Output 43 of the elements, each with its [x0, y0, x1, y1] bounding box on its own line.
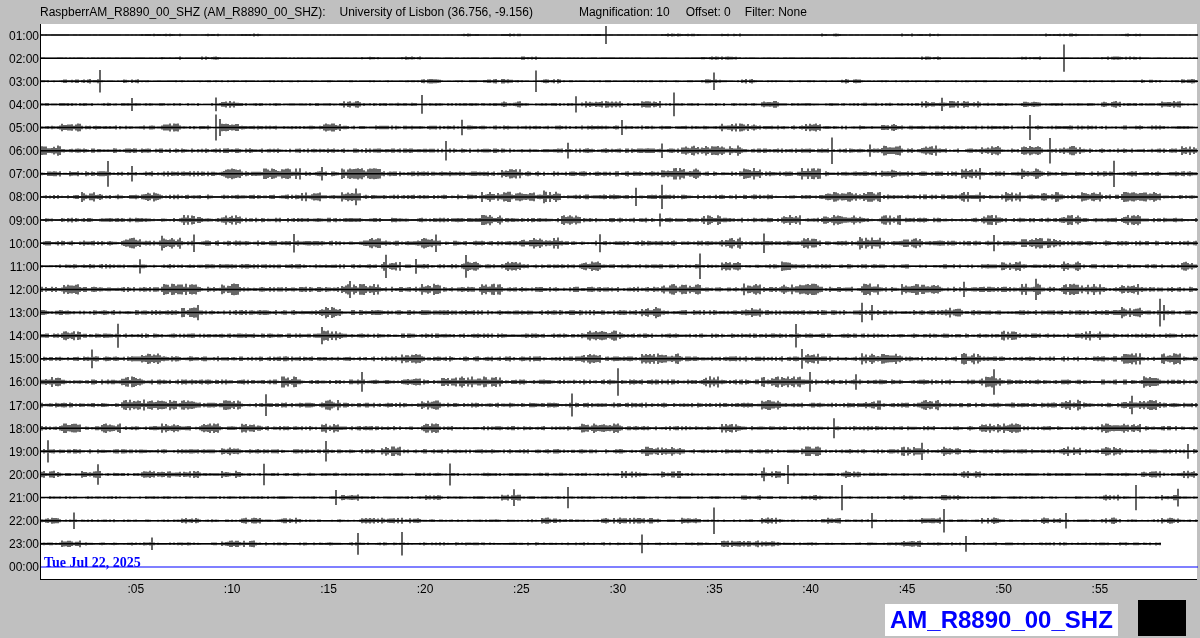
hour-label: 19:00: [8, 445, 39, 458]
hour-label: 21:00: [8, 492, 39, 505]
hour-label: 04:00: [8, 98, 39, 111]
hour-label: 18:00: [8, 422, 39, 435]
hour-label: 20:00: [8, 468, 39, 481]
date-label: Tue Jul 22, 2025: [44, 556, 141, 570]
hour-label: 05:00: [8, 122, 39, 135]
filter-label: Filter: None: [744, 4, 807, 21]
minute-tick-label: :55: [1091, 583, 1109, 595]
hour-label: 01:00: [8, 29, 39, 42]
minute-tick-label: :50: [995, 583, 1012, 595]
hour-label: 16:00: [8, 376, 39, 389]
minute-tick-label: :40: [802, 583, 819, 595]
hour-label: 15:00: [8, 353, 39, 366]
hour-label: 12:00: [8, 283, 39, 296]
hour-label: 13:00: [8, 307, 39, 320]
hour-label: 10:00: [8, 237, 39, 250]
hour-label: 11:00: [9, 260, 39, 273]
minute-tick-label: :45: [898, 583, 916, 595]
minute-tick-label: :05: [127, 583, 145, 595]
minute-tick-label: :30: [609, 583, 627, 595]
hour-label: 03:00: [8, 75, 39, 88]
status-indicator: [1137, 600, 1186, 636]
location-label: University of Lisbon (36.756, -9.156): [339, 4, 533, 21]
minute-tick-label: :10: [223, 583, 241, 595]
hour-label: 00:00: [8, 561, 39, 574]
hour-label: 09:00: [8, 214, 39, 227]
hour-label: 02:00: [8, 52, 39, 65]
station-title: RaspberrAM_R8890_00_SHZ (AM_R8890_00_SHZ):: [40, 4, 326, 21]
offset-label: Offset: 0: [685, 4, 731, 21]
magnification-label: Magnification: 10: [578, 4, 670, 21]
minute-tick-label: :20: [416, 583, 434, 595]
hour-label: 22:00: [8, 515, 39, 528]
hour-label: 17:00: [8, 399, 39, 412]
hour-label: 08:00: [8, 191, 39, 204]
minute-tick-label: :15: [320, 583, 337, 595]
hour-label: 14:00: [8, 330, 39, 343]
hour-label: 06:00: [8, 145, 39, 158]
minute-tick-label: :35: [705, 583, 723, 595]
hour-label: 07:00: [8, 168, 39, 181]
channel-name: AM_R8890_00_SHZ: [890, 608, 1113, 632]
hour-label: 23:00: [8, 538, 39, 551]
minute-tick-label: :25: [513, 583, 530, 595]
